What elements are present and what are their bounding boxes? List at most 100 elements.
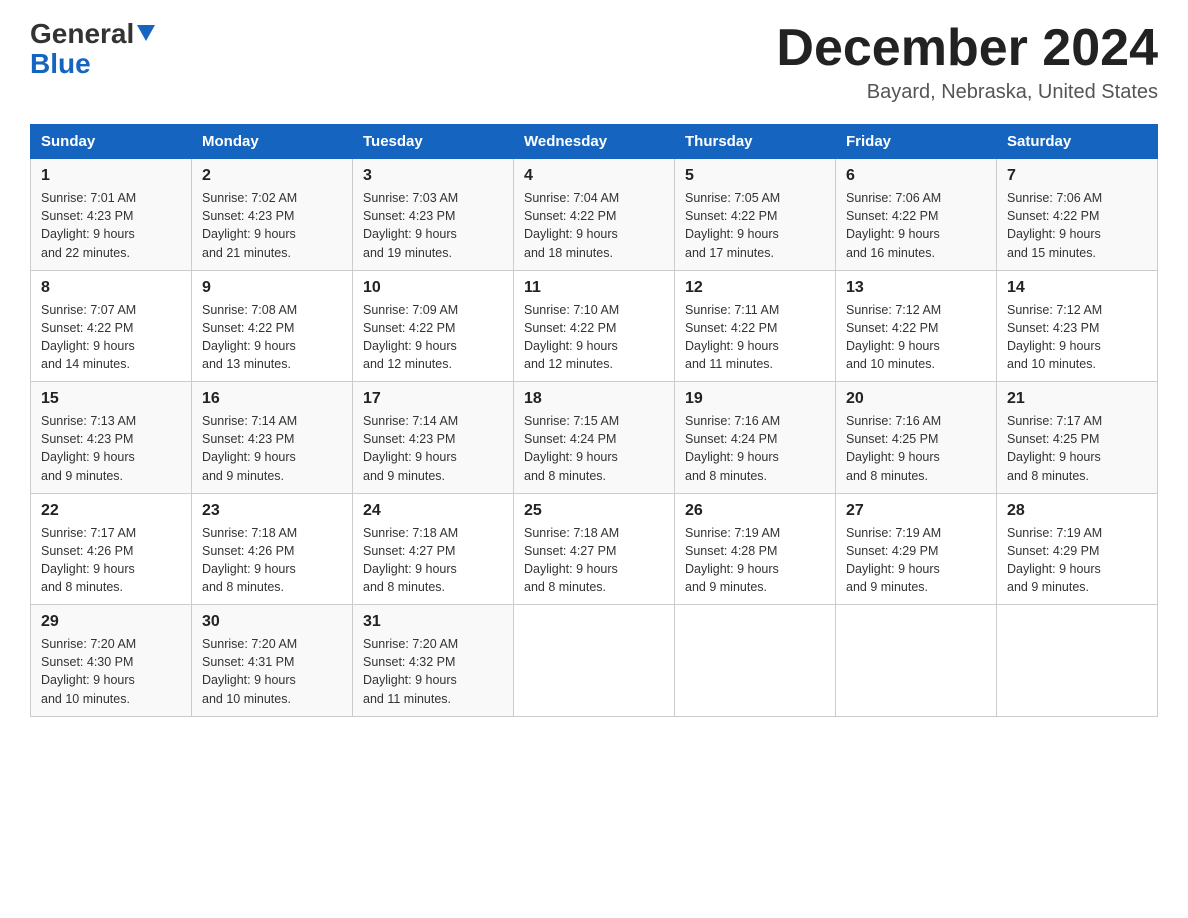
week-row-1: 1 Sunrise: 7:01 AMSunset: 4:23 PMDaylight… [31, 159, 1158, 271]
day-number: 29 [41, 613, 181, 631]
days-header-row: SundayMondayTuesdayWednesdayThursdayFrid… [31, 125, 1158, 159]
day-header-sunday: Sunday [31, 125, 192, 159]
day-number: 2 [202, 167, 342, 185]
day-info: Sunrise: 7:19 AMSunset: 4:29 PMDaylight:… [1007, 524, 1147, 597]
day-header-friday: Friday [836, 125, 997, 159]
calendar-cell: 27 Sunrise: 7:19 AMSunset: 4:29 PMDayligh… [836, 493, 997, 605]
calendar-cell: 8 Sunrise: 7:07 AMSunset: 4:22 PMDaylight… [31, 270, 192, 382]
calendar-subtitle: Bayard, Nebraska, United States [776, 81, 1158, 104]
day-info: Sunrise: 7:12 AMSunset: 4:23 PMDaylight:… [1007, 301, 1147, 374]
day-number: 4 [524, 167, 664, 185]
day-info: Sunrise: 7:06 AMSunset: 4:22 PMDaylight:… [846, 189, 986, 262]
day-number: 6 [846, 167, 986, 185]
day-info: Sunrise: 7:10 AMSunset: 4:22 PMDaylight:… [524, 301, 664, 374]
calendar-cell: 23Sunrise: 7:18 AMSunset: 4:26 PMDayligh… [192, 493, 353, 605]
day-info: Sunrise: 7:01 AMSunset: 4:23 PMDaylight:… [41, 189, 181, 262]
day-number: 13 [846, 279, 986, 297]
day-info: Sunrise: 7:08 AMSunset: 4:22 PMDaylight:… [202, 301, 342, 374]
calendar-cell: 12 Sunrise: 7:11 AMSunset: 4:22 PMDayligh… [675, 270, 836, 382]
day-number: 16 [202, 390, 342, 408]
day-number: 25 [524, 502, 664, 520]
calendar-cell: 21 Sunrise: 7:17 AMSunset: 4:25 PMDayligh… [997, 382, 1158, 494]
day-info: Sunrise: 7:19 AMSunset: 4:28 PMDaylight:… [685, 524, 825, 597]
day-number: 3 [363, 167, 503, 185]
logo-blue-text: Blue [30, 48, 91, 79]
calendar-cell: 16 Sunrise: 7:14 AMSunset: 4:23 PMDayligh… [192, 382, 353, 494]
day-number: 31 [363, 613, 503, 631]
page-header: General Blue December 2024 Bayard, Nebra… [30, 20, 1158, 104]
day-info: Sunrise: 7:15 AMSunset: 4:24 PMDaylight:… [524, 412, 664, 485]
day-info: Sunrise: 7:17 AMSunset: 4:26 PMDaylight:… [41, 524, 181, 597]
calendar-cell: 14 Sunrise: 7:12 AMSunset: 4:23 PMDayligh… [997, 270, 1158, 382]
calendar-cell: 26 Sunrise: 7:19 AMSunset: 4:28 PMDayligh… [675, 493, 836, 605]
day-info: Sunrise: 7:19 AMSunset: 4:29 PMDaylight:… [846, 524, 986, 597]
calendar-cell: 30Sunrise: 7:20 AMSunset: 4:31 PMDayligh… [192, 605, 353, 717]
day-info: Sunrise: 7:07 AMSunset: 4:22 PMDaylight:… [41, 301, 181, 374]
day-number: 22 [41, 502, 181, 520]
day-info: Sunrise: 7:18 AMSunset: 4:27 PMDaylight:… [363, 524, 503, 597]
day-number: 23 [202, 502, 342, 520]
day-info: Sunrise: 7:17 AMSunset: 4:25 PMDaylight:… [1007, 412, 1147, 485]
day-header-tuesday: Tuesday [353, 125, 514, 159]
calendar-cell: 4Sunrise: 7:04 AMSunset: 4:22 PMDaylight… [514, 159, 675, 271]
week-row-5: 29 Sunrise: 7:20 AMSunset: 4:30 PMDayligh… [31, 605, 1158, 717]
day-info: Sunrise: 7:14 AMSunset: 4:23 PMDaylight:… [202, 412, 342, 485]
calendar-cell: 28 Sunrise: 7:19 AMSunset: 4:29 PMDayligh… [997, 493, 1158, 605]
day-info: Sunrise: 7:18 AMSunset: 4:27 PMDaylight:… [524, 524, 664, 597]
calendar-table: SundayMondayTuesdayWednesdayThursdayFrid… [30, 124, 1158, 717]
day-number: 17 [363, 390, 503, 408]
day-number: 12 [685, 279, 825, 297]
day-number: 9 [202, 279, 342, 297]
logo: General Blue [30, 20, 155, 80]
day-info: Sunrise: 7:09 AMSunset: 4:22 PMDaylight:… [363, 301, 503, 374]
week-row-4: 22 Sunrise: 7:17 AMSunset: 4:26 PMDayligh… [31, 493, 1158, 605]
day-number: 15 [41, 390, 181, 408]
day-number: 10 [363, 279, 503, 297]
calendar-cell: 19 Sunrise: 7:16 AMSunset: 4:24 PMDayligh… [675, 382, 836, 494]
day-info: Sunrise: 7:02 AMSunset: 4:23 PMDaylight:… [202, 189, 342, 262]
calendar-title: December 2024 [776, 20, 1158, 77]
calendar-cell: 17 Sunrise: 7:14 AMSunset: 4:23 PMDayligh… [353, 382, 514, 494]
calendar-cell: 11Sunrise: 7:10 AMSunset: 4:22 PMDayligh… [514, 270, 675, 382]
calendar-cell: 20Sunrise: 7:16 AMSunset: 4:25 PMDayligh… [836, 382, 997, 494]
day-number: 8 [41, 279, 181, 297]
day-info: Sunrise: 7:20 AMSunset: 4:31 PMDaylight:… [202, 635, 342, 708]
day-number: 27 [846, 502, 986, 520]
calendar-cell: 6 Sunrise: 7:06 AMSunset: 4:22 PMDaylight… [836, 159, 997, 271]
calendar-cell [675, 605, 836, 717]
week-row-3: 15 Sunrise: 7:13 AMSunset: 4:23 PMDayligh… [31, 382, 1158, 494]
day-info: Sunrise: 7:20 AMSunset: 4:30 PMDaylight:… [41, 635, 181, 708]
calendar-cell [997, 605, 1158, 717]
day-info: Sunrise: 7:14 AMSunset: 4:23 PMDaylight:… [363, 412, 503, 485]
day-info: Sunrise: 7:20 AMSunset: 4:32 PMDaylight:… [363, 635, 503, 708]
day-info: Sunrise: 7:05 AMSunset: 4:22 PMDaylight:… [685, 189, 825, 262]
calendar-cell: 29 Sunrise: 7:20 AMSunset: 4:30 PMDayligh… [31, 605, 192, 717]
day-number: 14 [1007, 279, 1147, 297]
calendar-cell: 24Sunrise: 7:18 AMSunset: 4:27 PMDayligh… [353, 493, 514, 605]
day-info: Sunrise: 7:11 AMSunset: 4:22 PMDaylight:… [685, 301, 825, 374]
day-info: Sunrise: 7:06 AMSunset: 4:22 PMDaylight:… [1007, 189, 1147, 262]
day-number: 19 [685, 390, 825, 408]
day-number: 1 [41, 167, 181, 185]
day-number: 20 [846, 390, 986, 408]
calendar-cell: 22 Sunrise: 7:17 AMSunset: 4:26 PMDayligh… [31, 493, 192, 605]
day-header-wednesday: Wednesday [514, 125, 675, 159]
calendar-cell [836, 605, 997, 717]
day-header-saturday: Saturday [997, 125, 1158, 159]
calendar-cell [514, 605, 675, 717]
logo-general-text: General [30, 20, 134, 48]
day-number: 21 [1007, 390, 1147, 408]
day-number: 26 [685, 502, 825, 520]
calendar-cell: 31 Sunrise: 7:20 AMSunset: 4:32 PMDayligh… [353, 605, 514, 717]
calendar-cell: 15 Sunrise: 7:13 AMSunset: 4:23 PMDayligh… [31, 382, 192, 494]
calendar-cell: 5Sunrise: 7:05 AMSunset: 4:22 PMDaylight… [675, 159, 836, 271]
day-info: Sunrise: 7:03 AMSunset: 4:23 PMDaylight:… [363, 189, 503, 262]
title-section: December 2024 Bayard, Nebraska, United S… [776, 20, 1158, 104]
calendar-cell: 2 Sunrise: 7:02 AMSunset: 4:23 PMDaylight… [192, 159, 353, 271]
day-info: Sunrise: 7:16 AMSunset: 4:24 PMDaylight:… [685, 412, 825, 485]
day-number: 28 [1007, 502, 1147, 520]
week-row-2: 8 Sunrise: 7:07 AMSunset: 4:22 PMDaylight… [31, 270, 1158, 382]
calendar-cell: 13Sunrise: 7:12 AMSunset: 4:22 PMDayligh… [836, 270, 997, 382]
day-number: 18 [524, 390, 664, 408]
day-info: Sunrise: 7:13 AMSunset: 4:23 PMDaylight:… [41, 412, 181, 485]
